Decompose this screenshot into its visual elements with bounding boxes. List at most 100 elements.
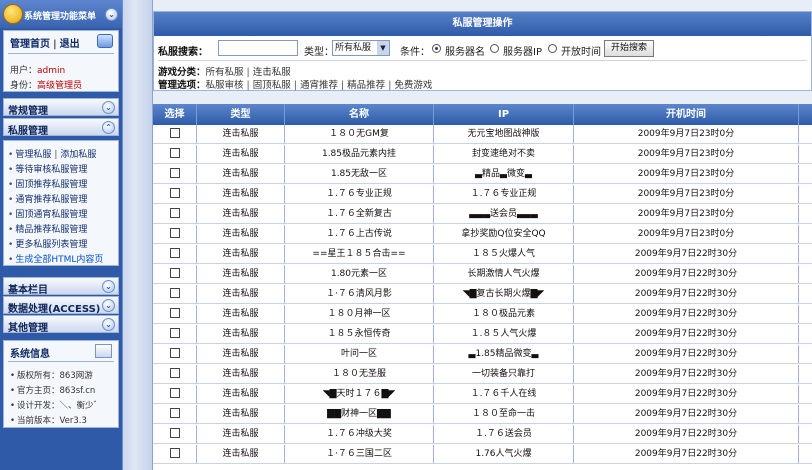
name-cell[interactable]: ▇▇财神一区▇▇ (285, 405, 434, 423)
name-cell[interactable]: １.７６上古传说 (285, 225, 434, 243)
row-checkbox[interactable] (169, 227, 180, 238)
row-checkbox[interactable] (169, 127, 180, 138)
row-checkbox[interactable] (169, 427, 180, 438)
open-time-cell: 2009年9月7日22时30分 (574, 445, 799, 463)
manage-overnight-link[interactable]: 通宵推荐 (300, 80, 338, 91)
type-label: 类型： (304, 47, 334, 58)
section-other-label: 其他管理 (8, 323, 48, 334)
row-checkbox[interactable] (169, 327, 180, 338)
radio-open-time[interactable] (548, 44, 557, 53)
menu-item-pinned[interactable]: 固顶推荐私服管理 (8, 177, 87, 190)
expand-icon[interactable]: ⌄ (102, 101, 115, 114)
name-cell[interactable]: １·７６三国二区 (285, 445, 434, 463)
logout-link[interactable]: 退出 (60, 39, 80, 50)
name-cell[interactable]: 1.80元素一区 (285, 265, 434, 283)
radio-open-time-label[interactable]: 开放时间 (561, 43, 601, 58)
name-cell[interactable]: 叶问一区 (285, 345, 434, 363)
name-cell[interactable]: 1.85无敌一区 (285, 165, 434, 183)
open-time-cell: 2009年9月7日23时0分 (574, 205, 799, 223)
row-checkbox[interactable] (169, 147, 180, 158)
search-label: 私服搜索： (158, 47, 208, 58)
expand-icon[interactable]: ⌄ (102, 280, 115, 293)
row-checkbox[interactable] (169, 187, 180, 198)
table-row: 连击私服 ▇▇财神一区▇▇ １８０至命一击 2009年9月7日22时30分 (153, 405, 812, 424)
dropdown-arrow-icon[interactable]: ▼ (377, 41, 389, 55)
header-open-time: 开机时间 (574, 104, 799, 125)
radio-server-ip-label[interactable]: 服务器IP (503, 43, 542, 58)
divider (8, 361, 114, 362)
ip-cell: １８５火爆人气 (434, 245, 574, 263)
name-cell[interactable]: １８０无GM复 (285, 125, 434, 143)
section-basic[interactable]: 基本栏目 ⌄ (3, 277, 119, 296)
row-checkbox[interactable] (169, 167, 180, 178)
manage-review-link[interactable]: 私服审核 (206, 80, 244, 91)
frame-splitter[interactable] (122, 0, 153, 470)
developer-text: 设计开发：＼、衡少゛ (10, 399, 102, 411)
name-cell[interactable]: １８０无圣服 (285, 365, 434, 383)
row-checkbox[interactable] (169, 287, 180, 298)
row-checkbox[interactable] (169, 307, 180, 318)
search-input[interactable] (218, 40, 298, 56)
table-row: 连击私服 １８０无GM复 无元宝地图战神版 2009年9月7日23时0分 (153, 125, 812, 144)
menu-item-generate-html[interactable]: 生成全部HTML内容页 (8, 252, 103, 265)
link-separator: | (293, 80, 297, 91)
row-select-cell (153, 125, 197, 143)
name-cell[interactable]: １·７６清风月影 (285, 285, 434, 303)
row-checkbox[interactable] (169, 407, 180, 418)
radio-server-name[interactable] (432, 44, 441, 53)
section-other[interactable]: 其他管理 ⌄ (3, 315, 119, 334)
extra-cell (799, 385, 812, 403)
menu-item-featured[interactable]: 精品推荐私服管理 (8, 222, 87, 235)
add-server-link[interactable]: 添加私服 (60, 150, 96, 160)
section-private[interactable]: 私服管理 ⌃ (3, 118, 119, 137)
menu-item-pending[interactable]: 等待审核私服管理 (8, 162, 87, 175)
row-checkbox[interactable] (169, 207, 180, 218)
header-name: 名称 (285, 104, 434, 125)
open-time-cell: 2009年9月7日22时30分 (574, 345, 799, 363)
row-checkbox[interactable] (169, 247, 180, 258)
ip-cell: 长期激情人气火爆 (434, 265, 574, 283)
name-cell[interactable]: １.７６专业正规 (285, 185, 434, 203)
manage-free-games-link[interactable]: 免费游戏 (394, 80, 432, 91)
manage-pinned-link[interactable]: 固顶私服 (253, 80, 291, 91)
type-select[interactable]: 所有私服 ▼ (332, 40, 390, 56)
ip-cell: 拿抄奖励Q位安全QQ (434, 225, 574, 243)
expand-icon[interactable]: ⌄ (102, 299, 115, 312)
expand-icon[interactable]: ⌄ (102, 318, 115, 331)
row-checkbox[interactable] (169, 387, 180, 398)
collapse-menu-icon[interactable]: ⌄ (105, 8, 118, 21)
logo-icon (3, 4, 23, 24)
row-checkbox[interactable] (169, 447, 180, 458)
name-cell[interactable]: １.７６全新复古 (285, 205, 434, 223)
row-checkbox[interactable] (169, 367, 180, 378)
copyright-text: 版权所有：863网游 (10, 369, 93, 381)
section-data[interactable]: 数据处理(ACCESS) ⌄ (3, 296, 119, 315)
type-cell: 连击私服 (197, 145, 285, 163)
menu-item-overnight[interactable]: 通宵推荐私服管理 (8, 192, 87, 205)
table-row: 连击私服 １.７６全新复古 ▃▃▃送会员▃▃▃ 2009年9月7日23时0分 (153, 205, 812, 224)
type-cell: 连击私服 (197, 345, 285, 363)
name-cell[interactable]: １８５永恒传奇 (285, 325, 434, 343)
link-separator: | (53, 39, 57, 50)
name-cell[interactable]: ◥▇天时１７６▇◤ (285, 385, 434, 403)
collapse-icon[interactable]: ⌃ (102, 121, 115, 134)
manage-featured-link[interactable]: 精品推荐 (347, 80, 385, 91)
name-cell[interactable]: １８０月神一区 (285, 305, 434, 323)
name-cell[interactable]: ==星王１８５合击== (285, 245, 434, 263)
name-cell[interactable]: 1.85极品元素内挂 (285, 145, 434, 163)
row-select-cell (153, 185, 197, 203)
radio-server-ip[interactable] (490, 44, 499, 53)
link-separator: | (54, 150, 58, 160)
menu-item-more-list[interactable]: 更多私服列表管理 (8, 237, 87, 250)
row-checkbox[interactable] (169, 267, 180, 278)
table-row: 连击私服 １.７６上古传说 拿抄奖励Q位安全QQ 2009年9月7日23时0分 (153, 225, 812, 244)
menu-item-pinned-overnight[interactable]: 固顶通宵私服管理 (8, 207, 87, 220)
manage-server-link[interactable]: 管理私服 (15, 150, 51, 160)
start-search-button[interactable]: 开始搜索 (604, 40, 654, 57)
row-checkbox[interactable] (169, 347, 180, 358)
section-common[interactable]: 常规管理 ⌄ (3, 98, 119, 117)
name-cell[interactable]: １.７６冲级大奖 (285, 425, 434, 443)
admin-home-link[interactable]: 管理首页 (10, 39, 50, 50)
ip-cell: １.７６送会员 (434, 425, 574, 443)
radio-server-name-label[interactable]: 服务器名 (445, 43, 485, 58)
